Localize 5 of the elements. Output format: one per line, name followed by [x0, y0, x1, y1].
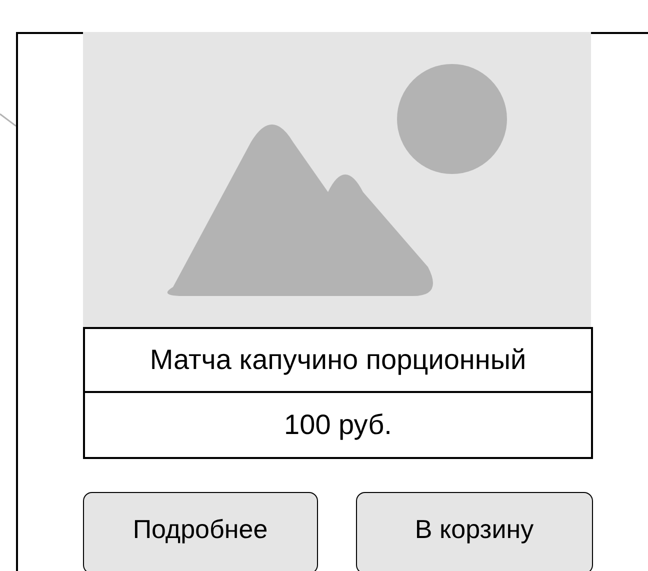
action-button[interactable]: В корзину — [356, 492, 593, 571]
edge-line — [0, 113, 16, 127]
product-price: 100 руб. — [83, 393, 593, 459]
product-title: Матча капучино порционный — [83, 327, 593, 393]
action-button[interactable]: Подробнее — [83, 492, 318, 571]
